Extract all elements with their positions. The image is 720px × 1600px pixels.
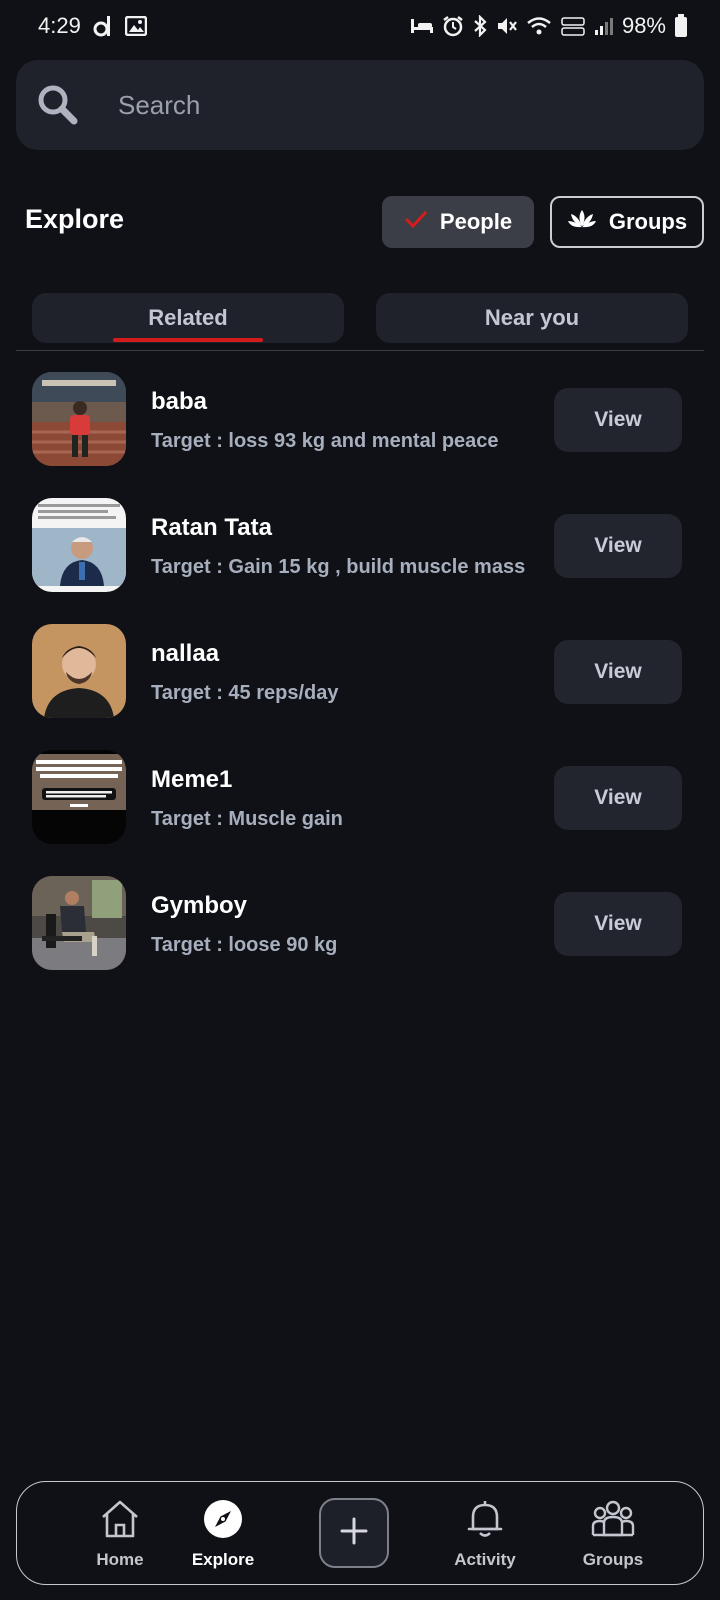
person-name: Ratan Tata — [151, 514, 272, 541]
active-tab-indicator — [113, 338, 263, 342]
status-time: 4:29 — [38, 13, 81, 38]
volte-icon — [560, 15, 586, 37]
search-bar[interactable] — [16, 60, 704, 150]
avatar — [32, 372, 126, 466]
list-item[interactable]: baba Target : loss 93 kg and mental peac… — [0, 370, 720, 496]
compass-icon — [203, 1499, 243, 1544]
groups-filter-label: Groups — [608, 209, 688, 234]
person-target: Target : Muscle gain — [151, 808, 343, 830]
view-button[interactable]: View — [554, 766, 682, 830]
person-name: nallaa — [151, 640, 220, 667]
bottom-navigation: Home Explore Activity Groups — [16, 1481, 704, 1585]
list-item[interactable]: Gymboy Target : loose 90 kg View — [0, 874, 720, 1000]
bluetooth-icon — [472, 15, 488, 37]
search-icon — [36, 83, 80, 127]
lotus-icon — [567, 208, 597, 236]
check-icon — [404, 209, 428, 235]
mute-icon — [496, 15, 518, 37]
person-name: Gymboy — [151, 892, 248, 919]
person-target: Target : loss 93 kg and mental peace — [151, 430, 499, 452]
tab-related-label: Related — [148, 305, 228, 330]
list-item[interactable]: Meme1 Target : Muscle gain View — [0, 748, 720, 874]
person-name: Meme1 — [151, 766, 233, 793]
battery-percent: 98% — [621, 13, 666, 38]
nav-groups-label: Groups — [582, 1549, 644, 1569]
person-target: Target : 45 reps/day — [151, 682, 339, 704]
avatar — [32, 750, 126, 844]
view-button[interactable]: View — [554, 640, 682, 704]
people-list: baba Target : loss 93 kg and mental peac… — [0, 370, 720, 1000]
view-button[interactable]: View — [554, 514, 682, 578]
tab-near-you-label: Near you — [484, 305, 580, 330]
person-target: Target : Gain 15 kg , build muscle mass — [151, 556, 526, 578]
tab-near-you[interactable]: Near you — [376, 293, 688, 343]
view-button[interactable]: View — [554, 388, 682, 452]
status-bar: 4:29 98% — [0, 0, 720, 52]
gallery-icon — [124, 16, 147, 36]
home-icon — [99, 1499, 141, 1544]
nav-home[interactable]: Home — [65, 1482, 175, 1586]
nav-home-label: Home — [96, 1549, 144, 1569]
avatar — [32, 498, 126, 592]
nav-explore-label: Explore — [191, 1549, 255, 1569]
avatar — [32, 624, 126, 718]
search-input[interactable] — [118, 89, 618, 121]
avatar — [32, 876, 126, 970]
nav-activity[interactable]: Activity — [430, 1482, 540, 1586]
wifi-icon — [526, 15, 552, 37]
people-filter-label: People — [439, 209, 513, 234]
tab-related[interactable]: Related — [32, 293, 344, 343]
bell-icon — [467, 1499, 503, 1544]
person-name: baba — [151, 388, 208, 415]
alarm-icon — [442, 15, 464, 37]
divider — [16, 350, 704, 351]
page-title: Explore — [25, 204, 125, 234]
list-item[interactable]: Ratan Tata Target : Gain 15 kg , build m… — [0, 496, 720, 622]
view-button[interactable]: View — [554, 892, 682, 956]
people-filter-button[interactable]: People — [382, 196, 534, 248]
sleep-icon — [410, 17, 434, 35]
battery-icon — [674, 14, 688, 38]
add-button[interactable] — [319, 1498, 389, 1568]
signal-icon — [594, 16, 614, 36]
nav-groups[interactable]: Groups — [558, 1482, 668, 1586]
person-target: Target : loose 90 kg — [151, 934, 338, 956]
d-app-icon — [93, 15, 113, 37]
plus-icon — [339, 1516, 369, 1551]
nav-explore[interactable]: Explore — [168, 1482, 278, 1586]
groups-filter-button[interactable]: Groups — [550, 196, 704, 248]
list-item[interactable]: nallaa Target : 45 reps/day View — [0, 622, 720, 748]
nav-activity-label: Activity — [454, 1549, 516, 1569]
group-icon — [591, 1499, 635, 1544]
